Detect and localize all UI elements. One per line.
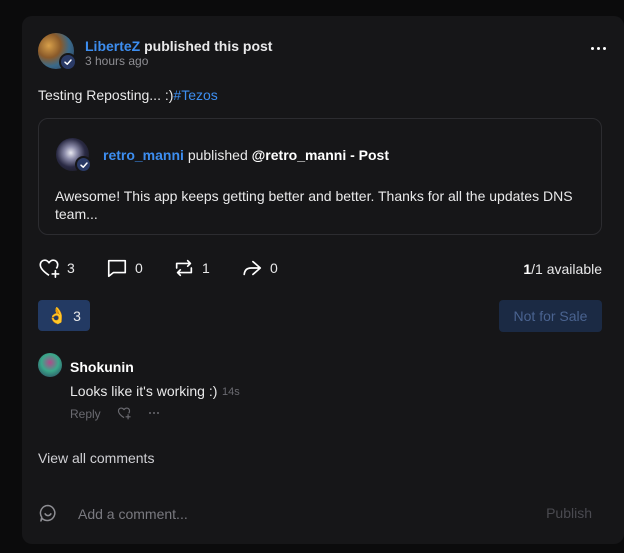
post-body: Testing Reposting... :) (38, 87, 174, 103)
available-count: 1 (523, 261, 532, 277)
commenter-name[interactable]: Shokunin (70, 359, 134, 375)
comment-timestamp: 14s (222, 386, 240, 398)
verified-badge-icon (75, 156, 92, 173)
comment-button[interactable]: 0 (106, 257, 143, 279)
availability-text: 1/1 available (523, 261, 602, 277)
comment-count: 0 (135, 260, 143, 276)
quoted-action-text: published (187, 147, 248, 163)
publish-button[interactable]: Publish (546, 505, 592, 521)
view-all-comments-link[interactable]: View all comments (38, 450, 154, 466)
hashtag-link[interactable]: #Tezos (173, 87, 217, 103)
author-action-text: published this post (144, 38, 273, 54)
comment-more-icon[interactable] (149, 408, 163, 418)
heart-plus-icon (39, 259, 60, 278)
share-button[interactable]: 0 (241, 257, 278, 279)
post-card: LiberteZ published this post 3 hours ago… (22, 16, 624, 544)
comment-text: Looks like it's working :) (70, 383, 218, 399)
reaction-count: 3 (73, 307, 81, 324)
quoted-reference[interactable]: @retro_manni - Post (252, 147, 389, 163)
quoted-author-line: retro_manni published @retro_manni - Pos… (103, 147, 389, 163)
comment-composer-icon (39, 504, 56, 522)
quoted-text: Awesome! This app keeps getting better a… (55, 188, 573, 222)
post-author-line: LiberteZ published this post (85, 38, 272, 54)
available-total: /1 available (531, 261, 602, 277)
like-button[interactable]: 3 (38, 257, 75, 279)
ok-hand-icon: 👌 (47, 307, 68, 325)
commenter-avatar[interactable] (38, 353, 62, 377)
share-count: 0 (270, 260, 278, 276)
not-for-sale-button[interactable]: Not for Sale (499, 300, 602, 332)
author-name-link[interactable]: LiberteZ (85, 38, 140, 54)
quoted-author-name[interactable]: retro_manni (103, 147, 184, 163)
post-timestamp: 3 hours ago (85, 54, 149, 68)
quoted-post[interactable]: retro_manni published @retro_manni - Pos… (38, 118, 602, 235)
reaction-button[interactable]: 👌 3 (38, 300, 90, 331)
reply-button[interactable]: Reply (70, 407, 101, 421)
comment-like-icon[interactable] (117, 406, 131, 420)
share-arrow-icon (243, 260, 262, 276)
like-count: 3 (67, 260, 75, 276)
more-options-icon[interactable] (588, 44, 608, 52)
verified-badge-icon (59, 53, 77, 71)
post-text: Testing Reposting... :)#Tezos (38, 87, 218, 103)
comment-input[interactable] (78, 504, 518, 524)
comment-icon (107, 259, 127, 278)
repost-button[interactable]: 1 (173, 257, 210, 279)
repost-count: 1 (202, 260, 210, 276)
repost-icon (175, 259, 193, 277)
